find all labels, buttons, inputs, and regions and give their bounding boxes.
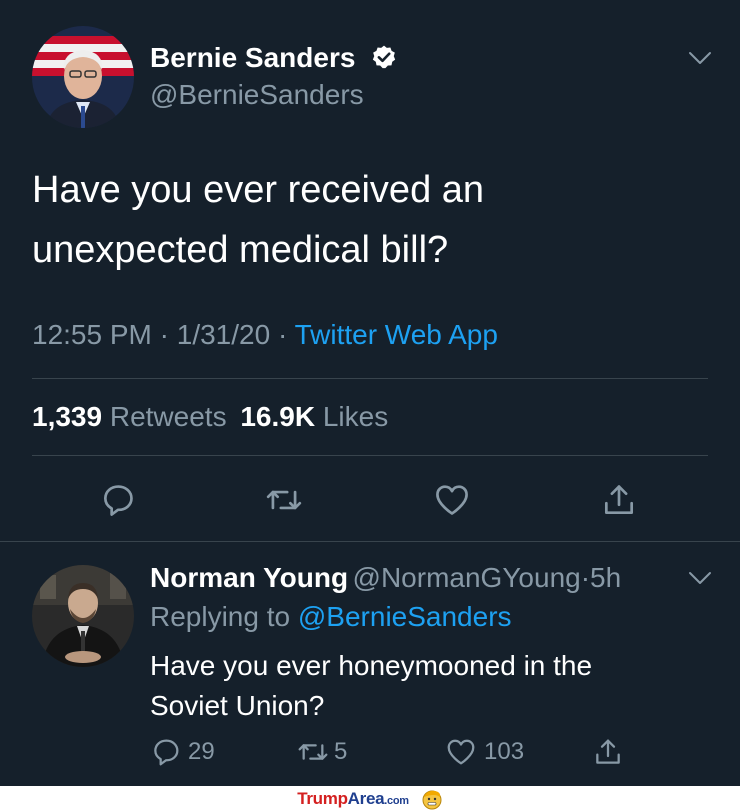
norman-avatar[interactable] bbox=[32, 565, 134, 667]
tweet-date[interactable]: 1/31/20 bbox=[177, 319, 270, 350]
reply-button[interactable] bbox=[96, 478, 140, 522]
verified-badge-icon bbox=[373, 45, 396, 69]
replying-to: Replying to @BernieSanders bbox=[150, 601, 512, 633]
share-icon bbox=[604, 485, 634, 515]
reply-text-line-2: Soviet Union? bbox=[150, 690, 325, 721]
share-icon bbox=[596, 739, 620, 764]
bernie-avatar[interactable] bbox=[32, 26, 134, 128]
reply-age[interactable]: 5h bbox=[590, 562, 621, 593]
retweet-count: 1,339 bbox=[32, 401, 103, 432]
reply-text-line-1: Have you ever honeymooned in the bbox=[150, 650, 593, 681]
reply-share-button[interactable] bbox=[592, 736, 624, 773]
author-handle[interactable]: @BernieSanders bbox=[150, 79, 364, 111]
like-button[interactable] bbox=[430, 478, 474, 522]
watermark-brand-trump: Trump bbox=[297, 789, 348, 808]
watermark-brand-suffix: .com bbox=[384, 795, 409, 807]
tweet-stats: 1,339 Retweets 16.9K Likes bbox=[32, 401, 388, 433]
likes-stat[interactable]: 16.9K Likes bbox=[240, 401, 388, 432]
tweet-source-link[interactable]: Twitter Web App bbox=[295, 319, 498, 350]
avatar-image bbox=[32, 565, 134, 667]
reply-icon bbox=[103, 485, 133, 516]
author-name[interactable]: Bernie Sanders bbox=[150, 42, 397, 74]
heart-icon bbox=[436, 485, 468, 515]
reply-author-handle[interactable]: @NormanGYoung bbox=[353, 562, 581, 593]
tweet-text-line-2: unexpected medical bill? bbox=[32, 229, 449, 271]
watermark-bar: TrumpArea.com bbox=[0, 786, 740, 812]
retweet-label: Retweets bbox=[109, 401, 227, 432]
tweet-text-line-1: Have you ever received an bbox=[32, 169, 485, 211]
heart-icon bbox=[447, 739, 475, 765]
watermark-brand: TrumpArea.com bbox=[297, 789, 409, 809]
reply-text: Have you ever honeymooned in the Soviet … bbox=[150, 646, 592, 726]
reply-retweet-count: 5 bbox=[334, 738, 348, 765]
replying-to-label: Replying to bbox=[150, 601, 291, 632]
tweet-time[interactable]: 12:55 PM bbox=[32, 319, 152, 350]
replying-to-handle[interactable]: @BernieSanders bbox=[298, 601, 512, 632]
reply-like-button[interactable]: 103 bbox=[444, 736, 524, 768]
divider bbox=[32, 455, 708, 456]
reply-reply-count: 29 bbox=[188, 738, 215, 765]
like-label: Likes bbox=[322, 401, 389, 432]
reply-icon bbox=[154, 739, 179, 766]
reply-retweet-button[interactable]: 5 bbox=[296, 736, 347, 768]
like-count: 16.9K bbox=[240, 401, 316, 432]
reply-reply-button[interactable]: 29 bbox=[150, 736, 215, 768]
avatar-image bbox=[32, 26, 134, 128]
retweet-icon bbox=[266, 490, 302, 510]
section-divider bbox=[0, 541, 740, 542]
tweet-meta: 12:55 PM · 1/31/20 · Twitter Web App bbox=[32, 319, 498, 351]
divider bbox=[32, 378, 708, 379]
reply-like-count: 103 bbox=[484, 738, 525, 765]
trump-face-icon bbox=[422, 790, 442, 810]
share-button[interactable] bbox=[597, 478, 641, 522]
retweets-stat[interactable]: 1,339 Retweets bbox=[32, 401, 234, 432]
reply-author-name[interactable]: Norman Young bbox=[150, 562, 348, 593]
meta-separator: · bbox=[277, 319, 288, 350]
watermark-brand-area: Area bbox=[347, 789, 385, 808]
meta-separator: · bbox=[159, 319, 169, 350]
reply-separator: · bbox=[580, 562, 591, 593]
retweet-button[interactable] bbox=[262, 478, 306, 522]
author-name-text: Bernie Sanders bbox=[150, 42, 356, 73]
tweet-text: Have you ever received an unexpected med… bbox=[32, 160, 484, 280]
chevron-down-icon[interactable] bbox=[688, 50, 712, 66]
retweet-icon bbox=[298, 744, 328, 760]
chevron-down-icon[interactable] bbox=[688, 570, 712, 586]
reply-header: Norman Young @NormanGYoung·5h bbox=[150, 562, 621, 594]
